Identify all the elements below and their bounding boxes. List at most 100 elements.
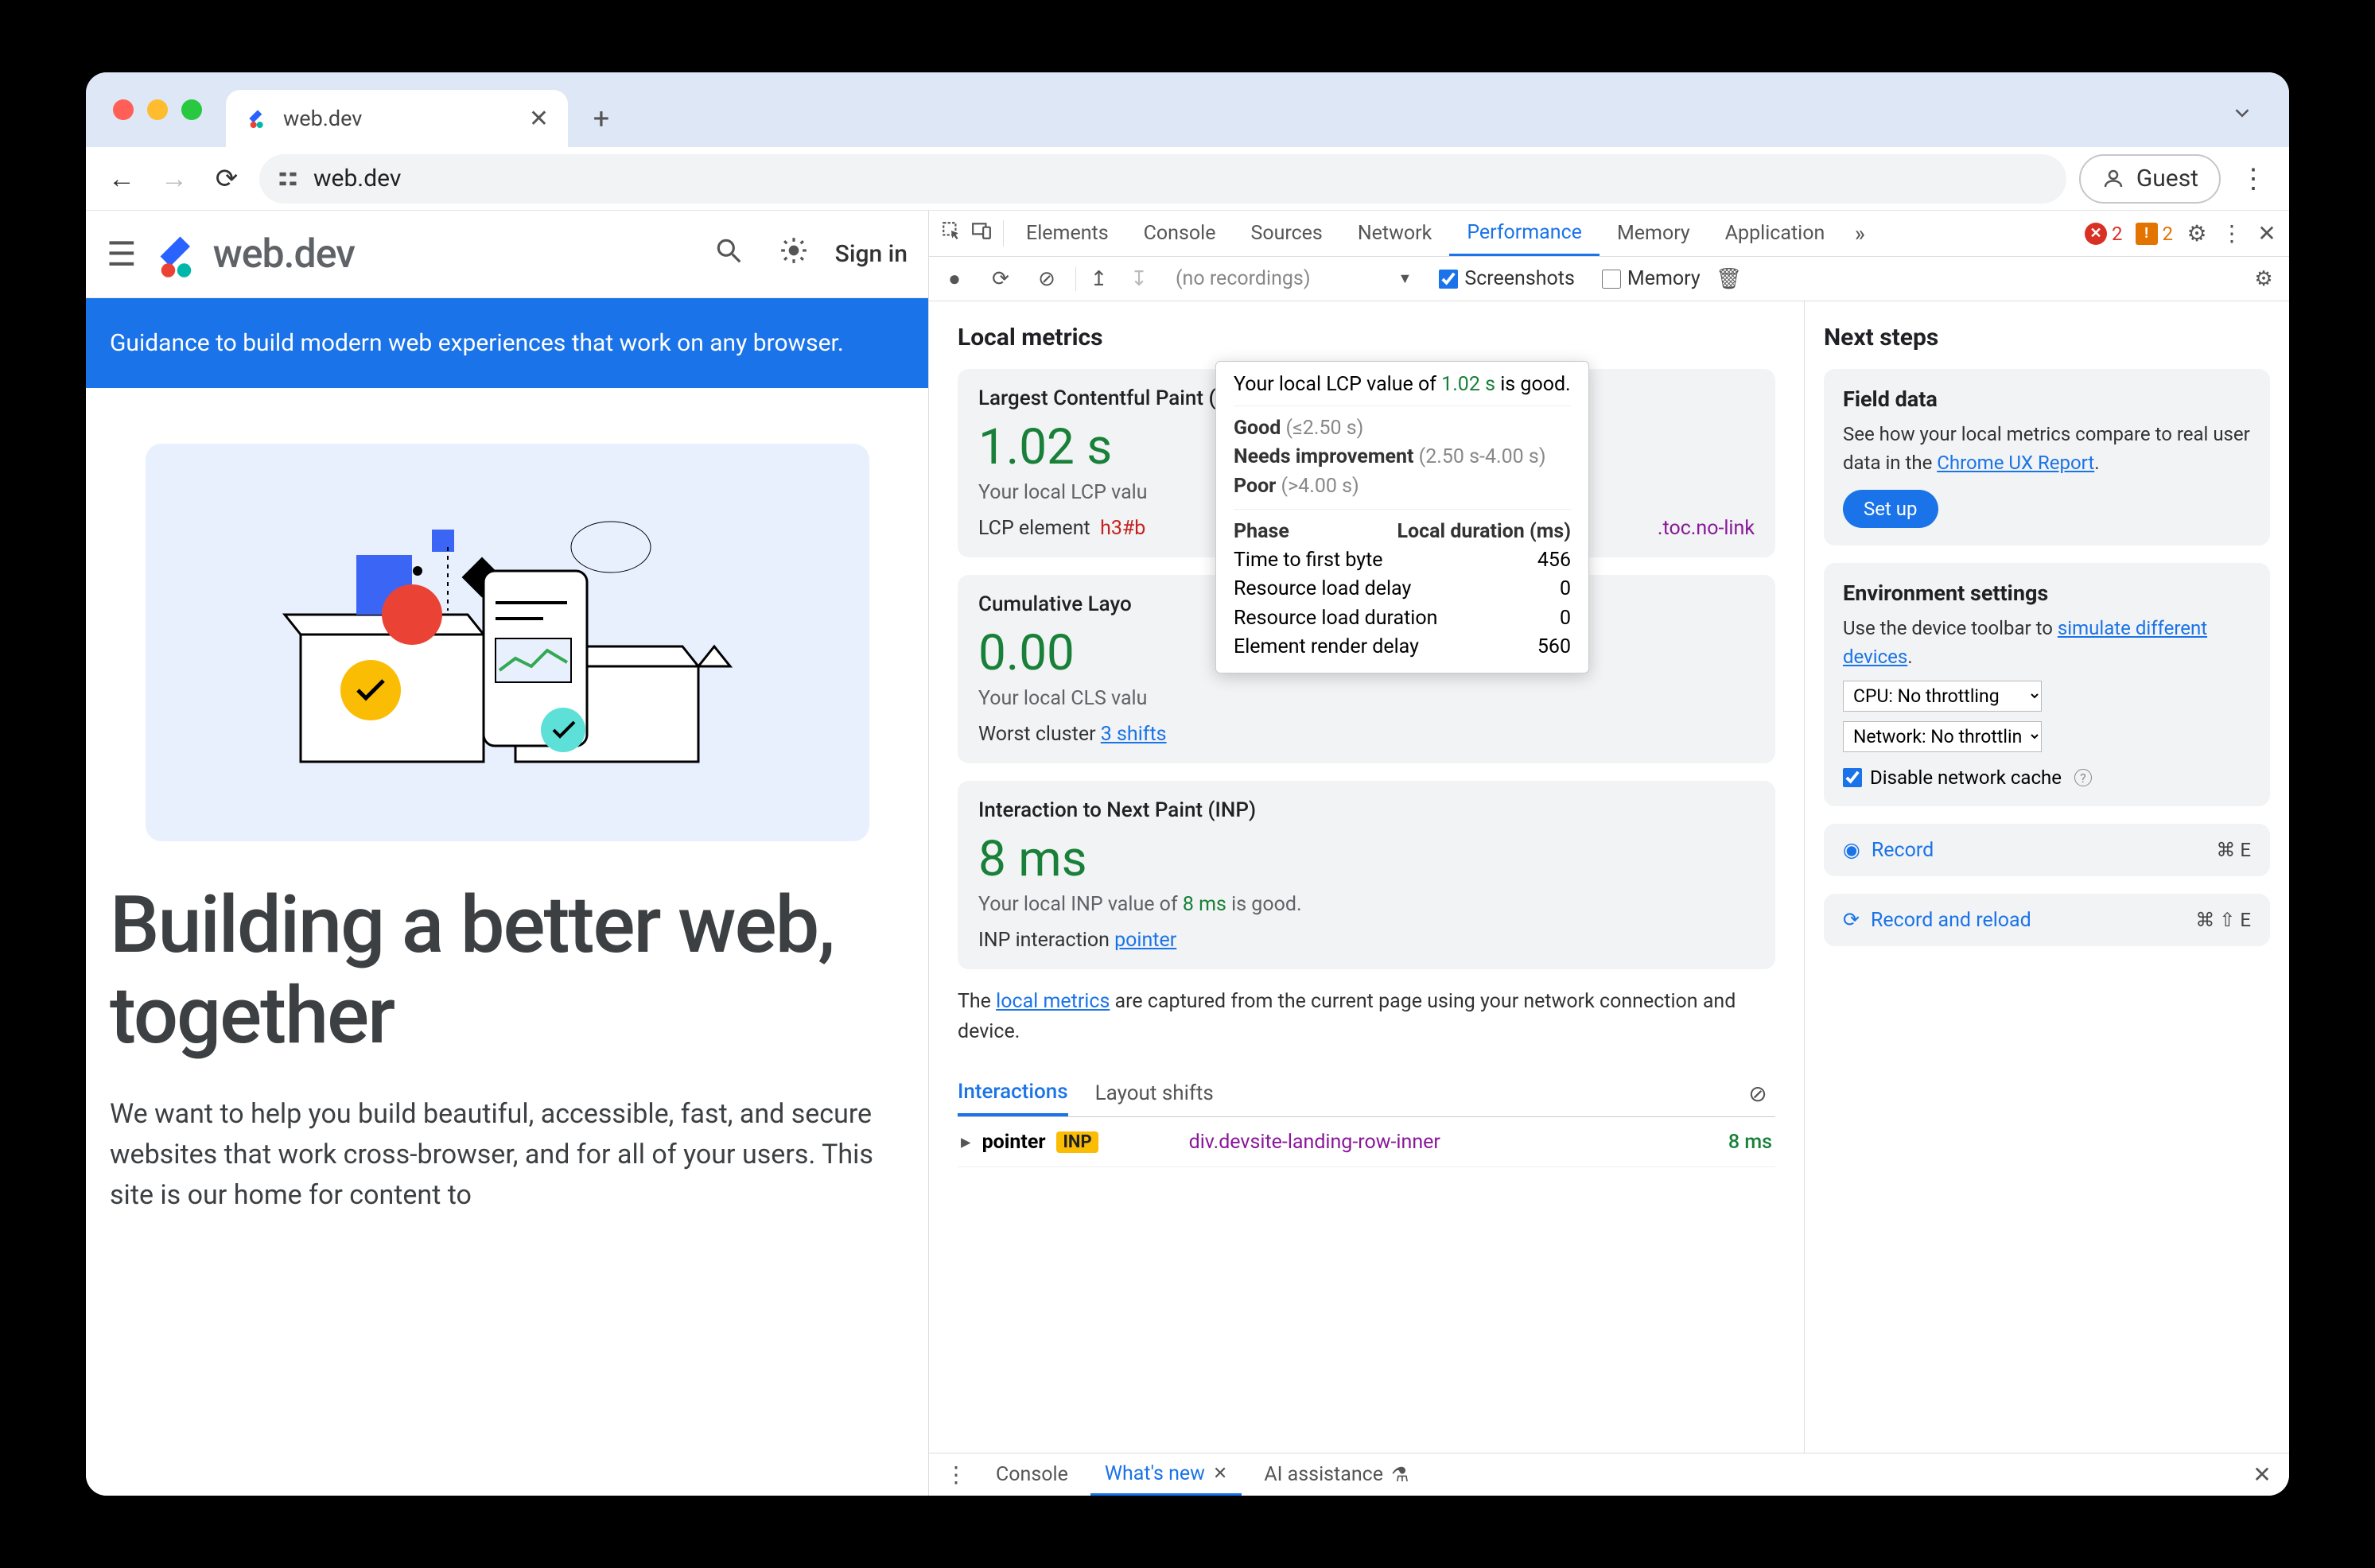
recordings-select[interactable]: (no recordings)▼	[1176, 267, 1412, 290]
device-toolbar-icon[interactable]	[969, 220, 1004, 246]
field-data-card: Field data See how your local metrics co…	[1824, 369, 2270, 545]
download-icon[interactable]: ↧	[1121, 267, 1156, 291]
warning-counter[interactable]: !2	[2129, 223, 2180, 245]
hero-illustration	[146, 444, 869, 841]
interaction-target: div.devsite-landing-row-inner	[1189, 1131, 1717, 1154]
pointer-link[interactable]: pointer	[1114, 929, 1176, 952]
env-body: Use the device toolbar to simulate diffe…	[1843, 614, 2251, 671]
inp-card: Interaction to Next Paint (INP) 8 ms You…	[958, 781, 1775, 969]
webdev-favicon	[245, 106, 270, 131]
banner: Guidance to build modern web experiences…	[86, 298, 928, 388]
minimize-window-button[interactable]	[147, 99, 168, 120]
inp-badge: INP	[1056, 1131, 1098, 1153]
clear-icon[interactable]: ⊘	[1029, 267, 1064, 291]
browser-window: web.dev ✕ + ← → ⟳ web.dev Guest ⋮ ☰ web.…	[86, 72, 2289, 1496]
logo-text: web.dev	[213, 231, 355, 278]
interaction-time: 8 ms	[1728, 1131, 1772, 1154]
tab-application[interactable]: Application	[1708, 211, 1843, 256]
url-input[interactable]: web.dev	[259, 154, 2066, 204]
devtools-tabs: Elements Console Sources Network Perform…	[929, 211, 2289, 257]
address-bar: ← → ⟳ web.dev Guest ⋮	[86, 147, 2289, 211]
field-data-heading: Field data	[1843, 386, 2251, 412]
drawer-tab-whatsnew[interactable]: What's new✕	[1090, 1454, 1242, 1496]
forward-button[interactable]: →	[154, 159, 194, 199]
tab-elements[interactable]: Elements	[1009, 211, 1126, 256]
settings-icon[interactable]: ⚙	[2179, 220, 2214, 246]
reload-button[interactable]: ⟳	[207, 159, 247, 199]
setup-button[interactable]: Set up	[1843, 490, 1938, 528]
capture-settings-icon[interactable]: ⚙	[2246, 267, 2281, 291]
devtools-menu-icon[interactable]: ⋮	[2214, 220, 2249, 246]
search-icon[interactable]	[705, 235, 752, 274]
cls-worst: Worst cluster 3 shifts	[978, 723, 1755, 746]
clear-interactions-icon[interactable]: ⊘	[1740, 1081, 1775, 1107]
env-heading: Environment settings	[1843, 580, 2251, 606]
reload-record-icon[interactable]: ⟳	[983, 267, 1018, 291]
next-steps-title: Next steps	[1805, 324, 2289, 351]
tab-sources[interactable]: Sources	[1233, 211, 1339, 256]
memory-checkbox[interactable]: Memory	[1602, 267, 1701, 290]
tab-overflow-icon[interactable]	[2230, 101, 2254, 125]
disable-cache-checkbox[interactable]: Disable network cache ?	[1843, 767, 2251, 789]
site-logo[interactable]: web.dev	[154, 231, 355, 278]
close-devtools-icon[interactable]: ✕	[2249, 220, 2284, 246]
tab-memory[interactable]: Memory	[1600, 211, 1708, 256]
crux-link[interactable]: Chrome UX Report	[1937, 452, 2094, 474]
close-window-button[interactable]	[113, 99, 134, 120]
error-counter[interactable]: ✕2	[2078, 223, 2129, 245]
interactions-tabs: Interactions Layout shifts ⊘	[958, 1070, 1775, 1117]
more-tabs-icon[interactable]: »	[1842, 220, 1877, 246]
profile-button[interactable]: Guest	[2079, 154, 2221, 204]
shifts-link[interactable]: 3 shifts	[1101, 723, 1167, 746]
close-drawer-icon[interactable]: ✕	[2245, 1461, 2280, 1488]
inp-value: 8 ms	[978, 830, 1755, 888]
record-row[interactable]: ◉ Record ⌘ E	[1824, 824, 2270, 876]
theme-icon[interactable]	[770, 235, 818, 274]
env-settings-card: Environment settings Use the device tool…	[1824, 563, 2270, 806]
close-tab-icon[interactable]: ✕	[529, 105, 549, 133]
profile-icon	[2101, 167, 2125, 191]
performance-toolbar: ● ⟳ ⊘ ↥ ↧ (no recordings)▼ Screenshots M…	[929, 257, 2289, 301]
browser-tab-bar: web.dev ✕ +	[86, 72, 2289, 147]
back-button[interactable]: ←	[102, 159, 142, 199]
cpu-throttle-select[interactable]: CPU: No throttling	[1843, 681, 2042, 712]
help-icon[interactable]: ?	[2074, 769, 2092, 786]
window-controls	[113, 99, 202, 120]
menu-button[interactable]: ☰	[107, 235, 137, 274]
drawer-tab-console[interactable]: Console	[981, 1454, 1083, 1496]
local-metrics-link[interactable]: local metrics	[996, 990, 1110, 1013]
hero-body: We want to help you build beautiful, acc…	[86, 1062, 928, 1216]
inspect-icon[interactable]	[934, 220, 969, 246]
signin-link[interactable]: Sign in	[835, 240, 908, 268]
sub-tab-layout-shifts[interactable]: Layout shifts	[1095, 1072, 1214, 1115]
browser-tab[interactable]: web.dev ✕	[226, 90, 568, 147]
tab-title: web.dev	[283, 106, 516, 131]
new-tab-button[interactable]: +	[577, 95, 625, 142]
maximize-window-button[interactable]	[181, 99, 202, 120]
sub-tab-interactions[interactable]: Interactions	[958, 1070, 1068, 1116]
tab-network[interactable]: Network	[1340, 211, 1449, 256]
url-text: web.dev	[313, 165, 401, 192]
field-data-body: See how your local metrics compare to re…	[1843, 420, 2251, 477]
browser-menu-button[interactable]: ⋮	[2233, 163, 2273, 195]
close-whatsnew-icon[interactable]: ✕	[1213, 1464, 1227, 1484]
network-throttle-select[interactable]: Network: No throttling	[1843, 721, 2042, 752]
record-reload-row[interactable]: ⟳ Record and reload ⌘ ⇧ E	[1824, 894, 2270, 946]
hero-title: Building a better web, together	[86, 881, 928, 1062]
site-settings-icon[interactable]	[277, 168, 299, 190]
local-metrics-title: Local metrics	[958, 324, 1775, 351]
tab-console[interactable]: Console	[1126, 211, 1234, 256]
next-steps-panel: Next steps Field data See how your local…	[1804, 301, 2289, 1453]
gc-icon[interactable]: 🗑	[1712, 267, 1747, 291]
screenshots-checkbox[interactable]: Screenshots	[1439, 267, 1575, 290]
record-icon[interactable]: ●	[937, 266, 972, 291]
tab-performance[interactable]: Performance	[1449, 211, 1600, 256]
webdev-logo-icon	[154, 231, 202, 278]
site-header: ☰ web.dev Sign in	[86, 211, 928, 298]
interaction-row[interactable]: ▸ pointer INP div.devsite-landing-row-in…	[958, 1117, 1775, 1167]
upload-icon[interactable]: ↥	[1075, 267, 1110, 291]
devtools-body: Local metrics Largest Contentful Paint (…	[929, 301, 2289, 1453]
drawer-tab-ai[interactable]: AI assistance ⚗	[1250, 1454, 1423, 1496]
reload-icon: ⟳	[1843, 908, 1860, 932]
drawer-menu-icon[interactable]: ⋮	[939, 1461, 974, 1488]
